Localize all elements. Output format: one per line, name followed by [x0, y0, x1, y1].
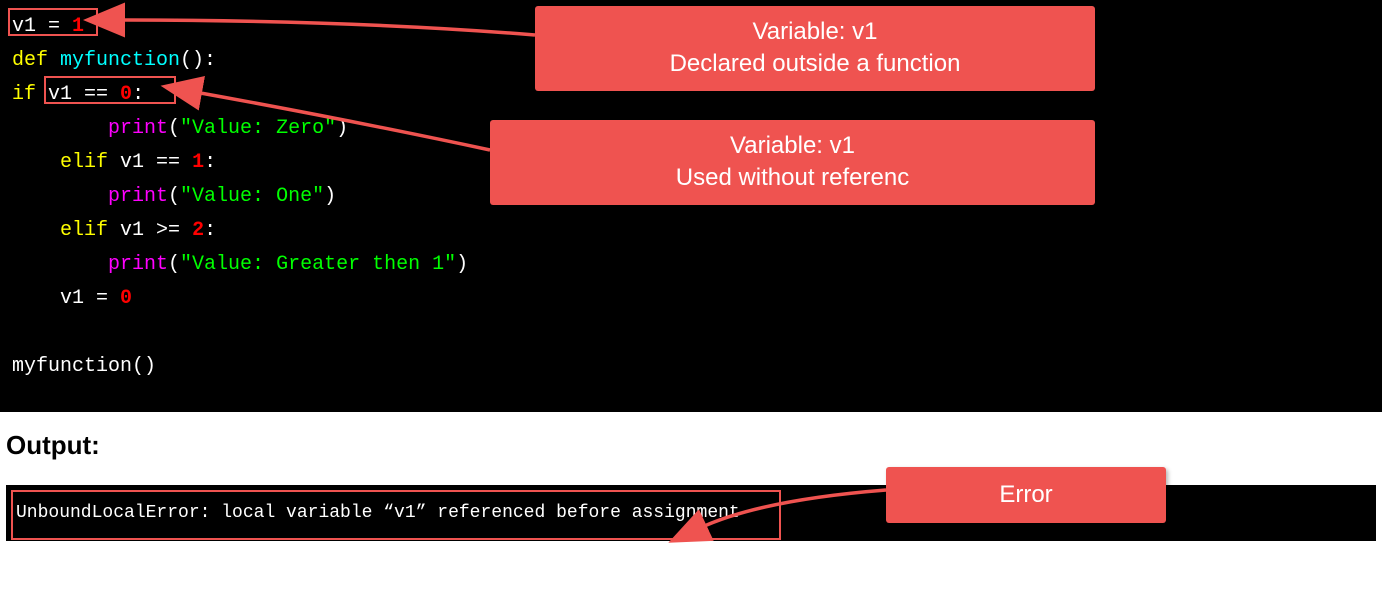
- code-token: myfunction: [60, 49, 180, 72]
- code-token: =: [48, 15, 72, 38]
- code-token: >=: [156, 219, 192, 242]
- code-token: v1: [60, 287, 96, 310]
- code-token: myfunction(): [12, 355, 156, 378]
- code-token: (: [168, 253, 180, 276]
- code-token: print: [108, 185, 168, 208]
- code-token: 0: [120, 83, 132, 106]
- code-token: ==: [84, 83, 120, 106]
- callout-used-without-reference: Variable: v1 Used without referenc: [490, 120, 1095, 205]
- callout-line: Variable: v1: [510, 130, 1075, 162]
- output-label: Output:: [6, 430, 1376, 461]
- code-token: :: [204, 151, 216, 174]
- code-token: def: [12, 49, 60, 72]
- callout-line: Variable: v1: [555, 16, 1075, 48]
- code-token: (: [168, 117, 180, 140]
- code-token: v1: [48, 83, 84, 106]
- code-token: ():: [180, 49, 216, 72]
- code-token: elif: [60, 219, 120, 242]
- code-token: =: [96, 287, 120, 310]
- code-token: ): [456, 253, 468, 276]
- code-token: print: [108, 117, 168, 140]
- code-token: 1: [192, 151, 204, 174]
- code-token: "Value: Zero": [180, 117, 336, 140]
- code-token: "Value: Greater then 1": [180, 253, 456, 276]
- code-token: (: [168, 185, 180, 208]
- code-token: ): [336, 117, 348, 140]
- code-token: v1: [120, 151, 156, 174]
- output-area: Output: UnboundLocalError: local variabl…: [0, 412, 1382, 541]
- code-token: ): [324, 185, 336, 208]
- callout-line: Used without referenc: [510, 162, 1075, 194]
- code-token: if: [12, 83, 48, 106]
- code-token: elif: [60, 151, 120, 174]
- code-token: v1: [12, 15, 48, 38]
- code-token: ==: [156, 151, 192, 174]
- code-token: v1: [120, 219, 156, 242]
- code-token: "Value: One": [180, 185, 324, 208]
- code-token: :: [204, 219, 216, 242]
- callout-error: Error: [886, 467, 1166, 523]
- code-token: :: [132, 83, 144, 106]
- callout-line: Declared outside a function: [555, 48, 1075, 80]
- output-block: UnboundLocalError: local variable “v1” r…: [6, 485, 1376, 541]
- callout-line: Error: [999, 481, 1052, 508]
- code-token: 1: [72, 15, 84, 38]
- code-token: 0: [120, 287, 132, 310]
- output-text: UnboundLocalError: local variable “v1” r…: [16, 503, 740, 523]
- callout-declared-outside: Variable: v1 Declared outside a function: [535, 6, 1095, 91]
- code-token: print: [108, 253, 168, 276]
- code-token: 2: [192, 219, 204, 242]
